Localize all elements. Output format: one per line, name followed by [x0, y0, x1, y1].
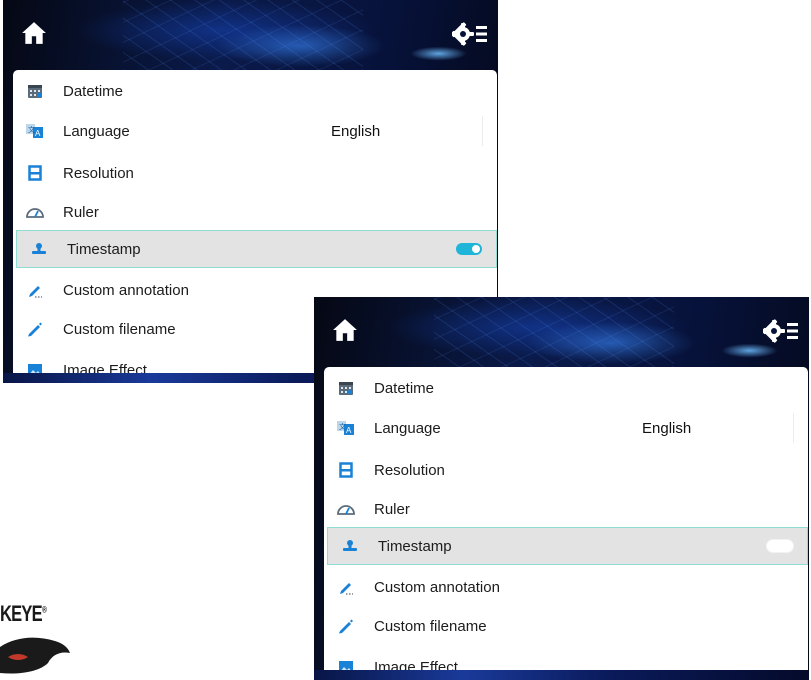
menu-item-timestamp[interactable]: Timestamp [16, 230, 497, 268]
settings-list-icon[interactable] [763, 317, 799, 345]
menu-label: Custom filename [63, 320, 176, 338]
menu-label: Timestamp [378, 537, 452, 555]
menu-label: Datetime [63, 82, 124, 100]
svg-text:A: A [35, 129, 41, 138]
stamp-icon [340, 536, 360, 556]
menu-item-ruler[interactable]: Ruler [13, 193, 497, 231]
calendar-icon [25, 81, 45, 101]
settings-menu: Datetime 文A Language English Resolution … [324, 367, 808, 680]
resolution-icon [25, 163, 45, 183]
ruler-icon [25, 202, 45, 222]
menu-item-custom-annotation[interactable]: Custom annotation [324, 568, 808, 606]
logo-text: KEYE® [0, 601, 47, 626]
calendar-icon [336, 378, 356, 398]
home-icon[interactable] [21, 20, 47, 46]
menu-item-timestamp[interactable]: Timestamp [327, 527, 808, 565]
svg-text:文: 文 [28, 125, 35, 134]
menu-label: Language [63, 122, 130, 140]
bottom-bar [314, 670, 809, 680]
timestamp-toggle[interactable] [456, 243, 482, 255]
brand-logo: KEYE® [0, 597, 75, 677]
menu-label: Ruler [374, 500, 410, 518]
home-icon[interactable] [332, 317, 358, 343]
language-value: English [642, 419, 692, 437]
pen-icon [336, 616, 356, 636]
resolution-icon [336, 460, 356, 480]
svg-text:A: A [346, 426, 352, 435]
menu-label: Timestamp [67, 240, 141, 258]
menu-item-ruler[interactable]: Ruler [324, 490, 808, 528]
menu-label: Datetime [374, 379, 435, 397]
pen-underline-icon [25, 280, 45, 300]
menu-item-resolution[interactable]: Resolution [324, 451, 808, 489]
stamp-icon [29, 239, 49, 259]
menu-label: Resolution [63, 164, 134, 182]
menu-label: Resolution [374, 461, 445, 479]
menu-label: Ruler [63, 203, 99, 221]
value-divider [793, 413, 794, 443]
timestamp-toggle[interactable] [767, 540, 793, 552]
translate-icon: 文A [336, 418, 356, 438]
menu-label: Custom annotation [374, 578, 500, 596]
menu-item-language[interactable]: 文A Language English [13, 112, 497, 150]
menu-item-language[interactable]: 文A Language English [324, 409, 808, 447]
ruler-icon [336, 499, 356, 519]
pen-underline-icon [336, 577, 356, 597]
menu-item-resolution[interactable]: Resolution [13, 154, 497, 192]
menu-item-datetime[interactable]: Datetime [324, 369, 808, 407]
value-divider [482, 116, 483, 146]
language-value: English [331, 122, 381, 140]
menu-item-datetime[interactable]: Datetime [13, 72, 497, 110]
menu-label: Custom annotation [63, 281, 189, 299]
menu-label: Language [374, 419, 441, 437]
menu-label: Custom filename [374, 617, 487, 635]
menu-item-custom-filename[interactable]: Custom filename [324, 607, 808, 645]
hawk-mascot-icon [0, 637, 70, 674]
settings-panel-timestamp-off: Datetime 文A Language English Resolution … [314, 297, 809, 680]
translate-icon: 文A [25, 121, 45, 141]
pen-icon [25, 319, 45, 339]
settings-list-icon[interactable] [452, 20, 488, 48]
svg-text:文: 文 [339, 422, 346, 431]
